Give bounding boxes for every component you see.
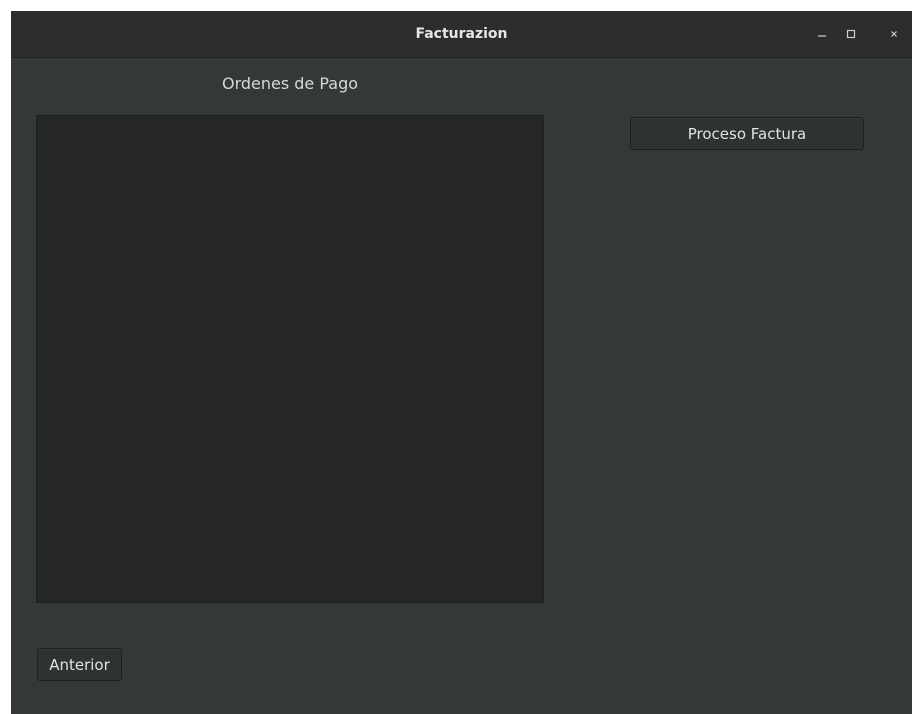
window-title: Facturazion [415, 26, 508, 42]
minimize-icon [818, 35, 826, 37]
process-invoice-button[interactable]: Proceso Factura [630, 117, 864, 150]
close-button[interactable] [883, 23, 905, 45]
close-icon [891, 31, 897, 37]
previous-button[interactable]: Anterior [37, 648, 122, 681]
app-window: Facturazion Ordenes de Pago Proceso Fact… [11, 11, 912, 714]
title-bar[interactable]: Facturazion [11, 11, 912, 58]
maximize-icon [846, 29, 856, 39]
minimize-button[interactable] [811, 23, 833, 45]
orders-list-label: Ordenes de Pago [221, 74, 359, 93]
maximize-button[interactable] [840, 23, 862, 45]
payment-orders-list[interactable] [36, 115, 544, 603]
